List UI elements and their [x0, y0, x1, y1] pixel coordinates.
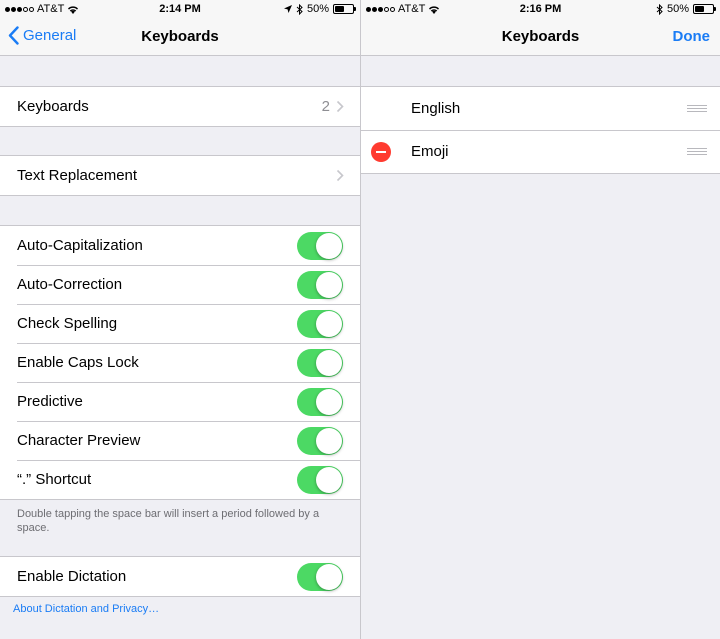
- character-preview-row: Character Preview: [0, 421, 360, 460]
- status-right: 50%: [656, 3, 716, 15]
- text-replacement-label: Text Replacement: [17, 167, 138, 184]
- toggle-label: Check Spelling: [17, 315, 118, 332]
- toggle-label: “.” Shortcut: [17, 471, 92, 488]
- text-replacement-row[interactable]: Text Replacement: [0, 156, 360, 195]
- delete-icon[interactable]: [371, 141, 391, 162]
- done-button[interactable]: Done: [673, 28, 711, 45]
- status-right: 50%: [283, 3, 356, 15]
- app-window: AT&T 2:14 PM 50% General Keyboards Keybo…: [0, 0, 720, 639]
- location-icon: [283, 4, 292, 13]
- page-title: Keyboards: [141, 28, 219, 45]
- status-bar: AT&T 2:14 PM 50%: [0, 0, 360, 20]
- keyboard-row-emoji: Emoji: [361, 130, 720, 173]
- toggle-label: Predictive: [17, 393, 83, 410]
- enable-caps-lock-toggle[interactable]: [297, 348, 343, 377]
- keyboard-row-english: English: [361, 87, 720, 130]
- toggle-label: Enable Dictation: [17, 568, 127, 585]
- keyboard-list: English Emoji: [361, 86, 720, 174]
- keyboard-label: English: [411, 100, 461, 117]
- toggle-label: Character Preview: [17, 432, 141, 449]
- reorder-icon[interactable]: [687, 104, 707, 113]
- battery-icon: [333, 4, 356, 14]
- keyboards-settings-screen: AT&T 2:14 PM 50% General Keyboards Keybo…: [0, 0, 360, 639]
- navigation-bar: Keyboards Done: [361, 20, 720, 56]
- bluetooth-icon: [656, 3, 663, 15]
- auto-capitalization-toggle[interactable]: [297, 231, 343, 260]
- predictive-row: Predictive: [0, 382, 360, 421]
- enable-dictation-toggle[interactable]: [297, 562, 343, 591]
- check-spelling-row: Check Spelling: [0, 304, 360, 343]
- enable-caps-lock-row: Enable Caps Lock: [0, 343, 360, 382]
- toggle-label: Enable Caps Lock: [17, 354, 139, 371]
- chevron-right-icon: [336, 100, 344, 113]
- reorder-icon[interactable]: [687, 147, 707, 156]
- auto-correction-row: Auto-Correction: [0, 265, 360, 304]
- keyboards-group: Keyboards 2: [0, 86, 360, 127]
- battery-icon: [693, 4, 716, 14]
- keyboards-row[interactable]: Keyboards 2: [0, 87, 360, 126]
- auto-capitalization-row: Auto-Capitalization: [0, 226, 360, 265]
- toggle-label: Auto-Correction: [17, 276, 123, 293]
- dictation-group: Enable Dictation: [0, 556, 360, 597]
- keyboards-edit-screen: AT&T 2:16 PM 50% Keyboards Done English …: [360, 0, 720, 639]
- dictation-privacy-link[interactable]: About Dictation and Privacy…: [13, 603, 159, 615]
- navigation-bar: General Keyboards: [0, 20, 360, 56]
- keyboards-row-label: Keyboards: [17, 98, 89, 115]
- keyboards-count: 2: [321, 98, 330, 115]
- period-shortcut-toggle[interactable]: [297, 465, 343, 494]
- chevron-right-icon: [336, 169, 344, 182]
- period-shortcut-row: “.” Shortcut: [0, 460, 360, 499]
- character-preview-toggle[interactable]: [297, 426, 343, 455]
- status-bar: AT&T 2:16 PM 50%: [361, 0, 720, 20]
- toggle-label: Auto-Capitalization: [17, 237, 143, 254]
- check-spelling-toggle[interactable]: [297, 309, 343, 338]
- predictive-toggle[interactable]: [297, 387, 343, 416]
- text-replacement-group: Text Replacement: [0, 155, 360, 196]
- keyboard-label: Emoji: [411, 143, 449, 160]
- auto-correction-toggle[interactable]: [297, 270, 343, 299]
- page-title: Keyboards: [501, 28, 580, 45]
- keyboard-options-group: Auto-Capitalization Auto-Correction Chec…: [0, 225, 360, 500]
- enable-dictation-row: Enable Dictation: [0, 557, 360, 596]
- battery-percent: 50%: [306, 3, 329, 15]
- shortcut-footnote: Double tapping the space bar will insert…: [17, 508, 320, 534]
- battery-percent: 50%: [666, 3, 689, 15]
- bluetooth-icon: [296, 3, 303, 15]
